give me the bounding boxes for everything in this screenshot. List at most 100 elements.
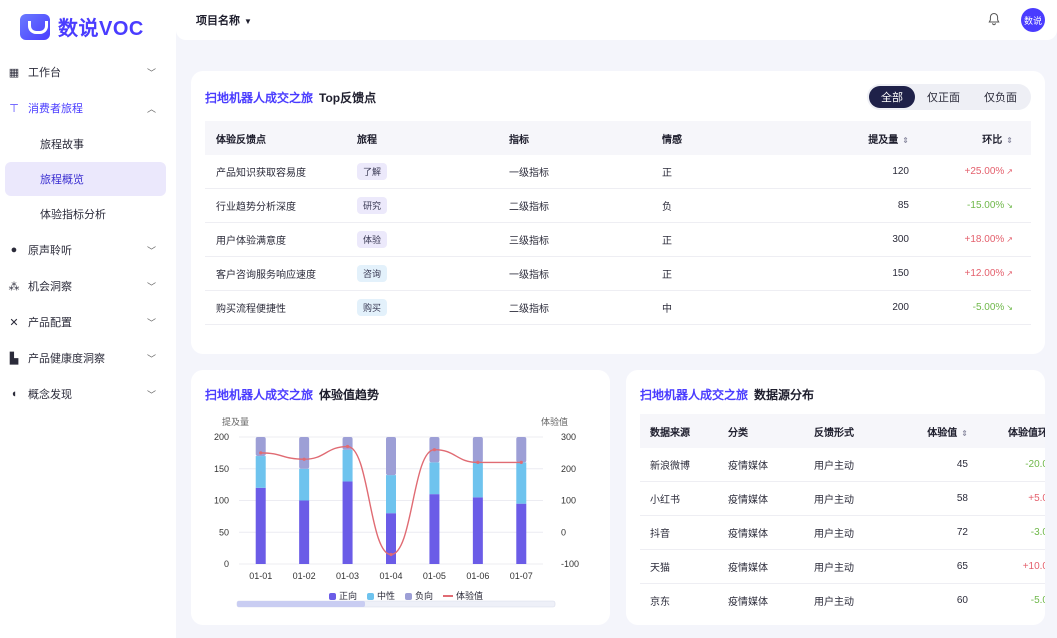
trend-chart-card: 扫地机器人成交之旅 体验值趋势 提及量 体验值 0 50 100 150 200 -100 0 10… — [191, 370, 610, 625]
column-header: 体验值环 — [1008, 427, 1045, 439]
sidebar-item-label: 产品健康度洞察 — [28, 353, 105, 365]
cell-point: 行业趋势分析深度 — [216, 202, 296, 213]
cell-sentiment: 中 — [662, 304, 672, 315]
table-header: 数据来源 分类 反馈形式 体验值 ⇕ 体验值环 — [640, 414, 1045, 448]
table-row[interactable]: 天猫 疫情媒体 用户主动 65 +10.0 — [640, 550, 1045, 584]
filter-positive-button[interactable]: 仅正面 — [915, 86, 972, 108]
cell-category: 疫情媒体 — [728, 529, 768, 540]
legend-item-neutral[interactable]: 中性 — [367, 589, 395, 602]
sidebar-item-product-health[interactable]: ▙ 产品健康度洞察 ﹀ — [0, 340, 176, 376]
sortable-column-header[interactable]: 提及量 ⇕ — [802, 131, 909, 146]
x-tick-label: 01-04 — [379, 571, 402, 581]
y-axis-title-left: 提及量 — [222, 417, 249, 427]
cell-metric: 二级指标 — [509, 202, 549, 213]
trend-down-icon: ↘ — [1006, 303, 1013, 312]
cell-journey: 咨询 — [357, 265, 509, 282]
cell-sentiment: 负 — [662, 202, 672, 213]
cell-form: 用户主动 — [814, 461, 854, 472]
column-header: 情感 — [662, 134, 682, 146]
sortable-column-header[interactable]: 体验值 ⇕ — [901, 424, 968, 439]
bar-neutral — [516, 462, 527, 504]
table-row[interactable]: 京东 疫情媒体 用户主动 60 -5.0 — [640, 584, 1045, 611]
sidebar-subitem-metric-analysis[interactable]: 体验指标分析 — [5, 197, 166, 231]
chevron-down-icon: ﹀ — [146, 318, 156, 328]
sidebar-item-consumer-journey[interactable]: ⊤ 消费者旅程 ︿ — [0, 90, 176, 126]
bar-negative — [386, 437, 396, 476]
sortable-column-header[interactable]: 环比 ⇕ — [909, 131, 1023, 146]
cell-journey: 研究 — [357, 197, 509, 214]
experience-point — [259, 451, 263, 455]
table-row[interactable]: 小红书 疫情媒体 用户主动 58 +5.0 — [640, 482, 1045, 516]
column-header: 旅程 — [357, 134, 377, 146]
legend-item-negative[interactable]: 负向 — [405, 589, 433, 602]
cell-value: 72 — [956, 527, 968, 538]
filter-negative-button[interactable]: 仅负面 — [972, 86, 1029, 108]
sidebar-subitem-journey-story[interactable]: 旅程故事 — [5, 127, 166, 161]
y-tick-label-right: 0 — [561, 527, 566, 537]
x-tick-label: 01-07 — [510, 571, 533, 581]
legend-swatch — [405, 593, 413, 600]
cell-source: 新浪微博 — [650, 461, 690, 472]
bar-positive — [516, 503, 527, 564]
mom-value: +18.00% — [964, 234, 1005, 245]
experience-point — [519, 460, 523, 464]
logo[interactable]: 数说VOC — [20, 12, 144, 41]
x-tick-label: 01-03 — [336, 571, 359, 581]
sidebar-item-opportunity-insight[interactable]: ⁂ 机会洞察 ﹀ — [0, 268, 176, 304]
cell-value: 58 — [956, 493, 968, 504]
sidebar-item-label: 产品配置 — [28, 317, 72, 329]
sidebar-item-product-config[interactable]: ✕ 产品配置 ﹀ — [0, 304, 176, 340]
project-selector[interactable]: 项目名称 ▼ — [196, 12, 252, 28]
filter-all-button[interactable]: 全部 — [869, 86, 915, 108]
legend-swatch — [329, 593, 336, 600]
sidebar-item-workbench[interactable]: ▦ 工作台 ﹀ — [0, 54, 176, 90]
trend-chart: 提及量 体验值050100150200-100010020030001-01 01-… — [214, 416, 579, 608]
cell-point: 产品知识获取容易度 — [216, 168, 306, 179]
experience-point — [302, 457, 306, 461]
sidebar-item-voice-listening[interactable]: ● 原声聆听 ﹀ — [0, 232, 176, 268]
sort-icon[interactable]: ⇕ — [902, 136, 909, 145]
bar-neutral — [472, 462, 483, 498]
cell-sentiment: 正 — [662, 168, 672, 179]
table-row[interactable]: 抖音 疫情媒体 用户主动 72 -3.0 — [640, 516, 1045, 550]
sort-icon[interactable]: ⇕ — [1006, 136, 1013, 145]
sidebar: 数说VOC ▦ 工作台 ﹀ ⊤ 消费者旅程 ︿ 旅程故事 旅程概览 体验指标分析… — [0, 0, 176, 638]
table-row[interactable]: 用户体验满意度 体验 三级指标正 300 +18.00% ↗ — [205, 223, 1031, 257]
table-row[interactable]: 购买流程便捷性 购买 二级指标中 200 -5.00% ↘ — [205, 291, 1031, 325]
card-title: 扫地机器人成交之旅 Top反馈点 — [205, 89, 376, 106]
card-title-rest: Top反馈点 — [319, 91, 377, 105]
column-header-label: 提及量 — [868, 134, 899, 146]
card-title-highlight: 扫地机器人成交之旅 — [205, 91, 314, 105]
sort-icon[interactable]: ⇕ — [961, 429, 968, 438]
table-row[interactable]: 新浪微博 疫情媒体 用户主动 45 -20.0 — [640, 448, 1045, 482]
network-icon: ⁂ — [8, 280, 20, 293]
cell-mentions: 120 — [892, 166, 909, 177]
bulb-icon: ◖ — [10, 388, 18, 400]
sidebar-subitem-journey-overview[interactable]: 旅程概览 — [5, 162, 166, 196]
avatar[interactable]: 数说 — [1021, 8, 1045, 32]
chevron-down-icon: ﹀ — [146, 68, 156, 78]
chevron-down-icon: ﹀ — [146, 354, 156, 364]
column-header: 分类 — [728, 427, 748, 439]
top-bar: 项目名称 ▼ 数说 — [176, 0, 1057, 40]
sentiment-filter: 全部 仅正面 仅负面 — [867, 84, 1031, 110]
table-row[interactable]: 行业趋势分析深度 研究 二级指标负 85 -15.00% ↘ — [205, 189, 1031, 223]
sidebar-item-concept-discovery[interactable]: ◖ 概念发现 ﹀ — [0, 376, 176, 412]
cell-source: 小红书 — [650, 495, 680, 506]
chevron-down-icon: ﹀ — [146, 246, 156, 256]
table-row[interactable]: 客户咨询服务响应速度 咨询 一级指标正 150 +12.00% ↗ — [205, 257, 1031, 291]
cell-mom: -3.0 — [1030, 527, 1045, 538]
cell-mentions: 300 — [892, 234, 909, 245]
trend-up-icon: ↗ — [1006, 235, 1013, 244]
legend-item-experience[interactable]: 体验值 — [443, 589, 483, 602]
table-row[interactable]: 产品知识获取容易度 了解 一级指标正 120 +25.00% ↗ — [205, 155, 1031, 189]
card-title-highlight: 扫地机器人成交之旅 — [640, 388, 749, 402]
legend-item-positive[interactable]: 正向 — [329, 589, 357, 602]
bell-icon[interactable] — [987, 12, 1001, 26]
cell-value: 45 — [956, 459, 968, 470]
cell-metric: 一级指标 — [509, 270, 549, 281]
cell-metric: 一级指标 — [509, 168, 549, 179]
cell-mom: -20.0 — [1025, 459, 1045, 470]
bar-positive — [386, 513, 396, 564]
cell-mom: -15.00% ↘ — [909, 200, 1023, 211]
